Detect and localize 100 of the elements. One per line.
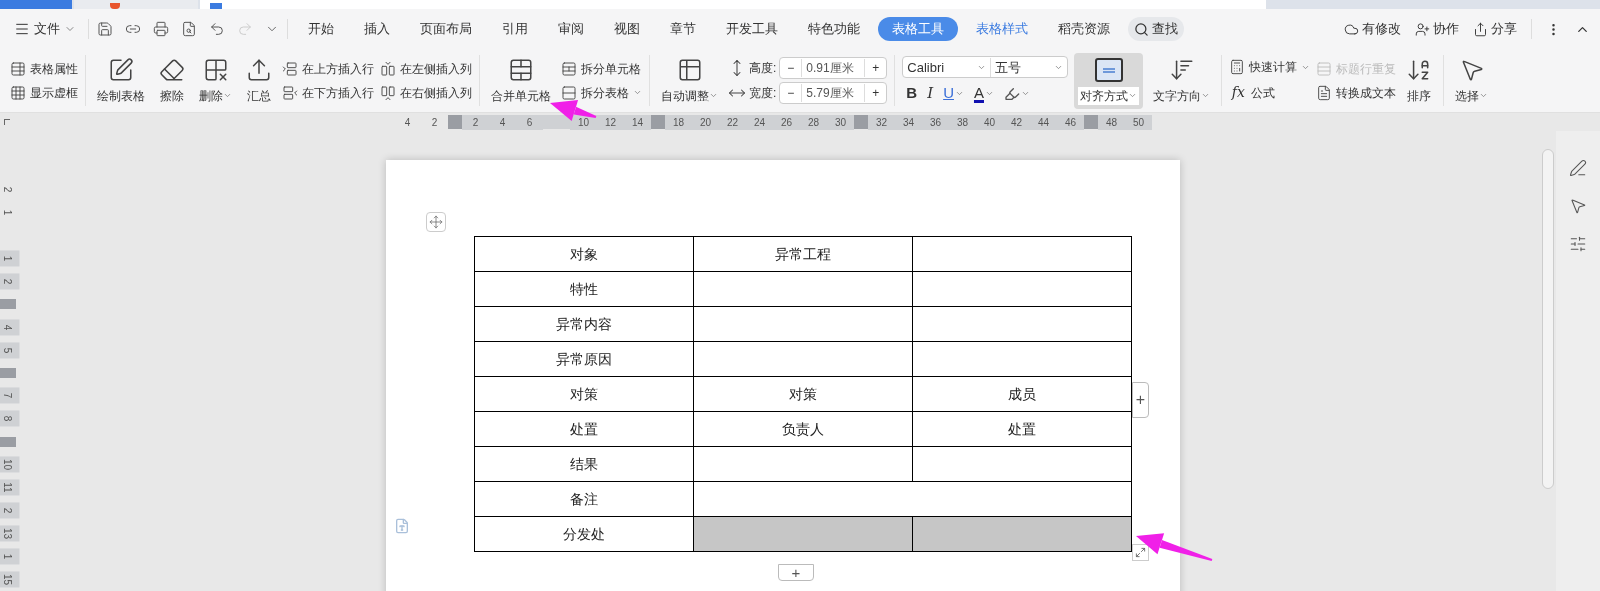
table-cell[interactable]: 异常内容 [474,306,694,342]
table-cell[interactable] [912,446,1132,482]
search-button[interactable]: 查找 [1128,17,1184,41]
highlight-button[interactable] [1004,85,1030,102]
ribbon-button[interactable]: 对齐方式 [1074,52,1144,109]
table-cell[interactable]: 对策 [693,376,913,412]
ruler-margin-marker[interactable] [854,115,868,129]
ribbon-tab[interactable]: 开始 [296,17,346,41]
ribbon-button[interactable]: 自动调整 [657,52,722,109]
ribbon-button[interactable]: 排序 [1402,52,1437,109]
ribbon-button[interactable]: 在左侧插入列 [380,59,472,78]
ribbon-button[interactable]: 转换成文本 [1316,83,1397,102]
format-button[interactable]: A [973,82,994,105]
table-cell[interactable] [693,306,913,342]
toolbar-action[interactable]: 协作 [1415,19,1459,39]
ruler-margin-marker[interactable] [448,115,462,129]
decrement-button[interactable]: − [780,84,803,102]
share-icon [1473,21,1488,37]
ruler-number: 10 [0,456,20,473]
ribbon-button[interactable]: 拆分单元格 [561,59,642,78]
ribbon-tab[interactable]: 插入 [352,17,402,41]
print-preview-icon[interactable] [181,21,197,37]
pen-icon[interactable] [1569,159,1587,177]
add-row-button[interactable]: + [778,564,814,581]
spin-field[interactable]: − 5.79厘米 + [779,82,888,104]
ribbon-button[interactable]: 拆分表格 [561,83,642,102]
ribbon-button[interactable]: 汇总 [242,52,276,109]
format-button[interactable]: I [927,82,934,105]
table-cell[interactable]: 分发处 [474,516,694,552]
ribbon-button[interactable]: 擦除 [155,52,189,109]
ribbon-tab[interactable]: 开发工具 [714,17,790,41]
increment-button[interactable]: + [864,59,887,77]
resize-handle-icon[interactable] [1132,544,1149,561]
add-column-button[interactable]: + [1132,382,1149,418]
table-cell[interactable]: 异常原因 [474,341,694,377]
table-cell[interactable]: 对象 [474,236,694,272]
ribbon-tab[interactable]: 视图 [602,17,652,41]
table-cell[interactable] [693,446,913,482]
table-cell[interactable] [693,341,913,377]
ribbon-button[interactable]: 删除 [195,52,236,109]
table-cell[interactable]: 备注 [474,481,694,517]
ruler-number: 34 [895,114,922,130]
save-icon[interactable] [97,21,113,37]
ruler-margin-marker[interactable] [651,115,665,129]
ribbon-tab[interactable]: 审阅 [546,17,596,41]
toolbar-action[interactable]: 有修改 [1344,19,1401,39]
table-cell[interactable]: 特性 [474,271,694,307]
ribbon-button[interactable]: 在上方插入行 [282,59,374,78]
ribbon-button[interactable]: 显示虚框 [10,83,78,102]
table-cell[interactable] [693,516,913,552]
ribbon-button[interactable]: 合并单元格 [487,52,555,109]
ribbon-tab[interactable]: 特色功能 [796,17,872,41]
table-cell[interactable] [693,271,913,307]
table-cell[interactable]: 负责人 [693,411,913,447]
increment-button[interactable]: + [864,84,887,102]
move-table-icon[interactable] [426,212,446,232]
table-cell[interactable]: 异常工程 [693,236,913,272]
sliders-icon[interactable] [1569,235,1587,253]
table-cell[interactable]: 结果 [474,446,694,482]
table-cell[interactable] [912,306,1132,342]
ribbon-tab[interactable]: 引用 [490,17,540,41]
ribbon-tab[interactable]: 表格样式 [964,17,1040,41]
ruler-number: 1 [0,250,20,267]
ruler-number: 2 [430,115,439,130]
pointer-icon[interactable] [1569,197,1587,215]
document-icon [1316,84,1333,101]
toolbar-action[interactable]: 分享 [1473,19,1517,39]
field-label: 高度: [749,60,777,77]
format-button[interactable]: B [906,82,918,105]
format-button[interactable]: U [943,82,964,105]
ribbon-button[interactable]: 表格属性 [10,59,78,78]
spin-field[interactable]: − 0.91厘米 + [779,57,888,79]
tab-stop-icon[interactable] [4,119,10,125]
ribbon-button[interactable]: 在右侧插入列 [380,83,472,102]
decrement-button[interactable]: − [780,59,803,77]
ribbon-tab[interactable]: 页面布局 [408,17,484,41]
cloud-icon [1344,21,1359,37]
ruler-number: 15 [0,571,20,588]
table-cell[interactable] [912,516,1132,552]
table-cell[interactable] [912,341,1132,377]
printer-icon[interactable] [153,21,169,37]
ribbon-button[interactable]: fx 公式 [1229,82,1311,103]
table-cell[interactable]: 对策 [474,376,694,412]
table-cell[interactable]: 处置 [474,411,694,447]
table-cell[interactable] [693,481,1132,517]
table-cell[interactable] [912,271,1132,307]
ruler-number: 2 [1,185,15,195]
table-cell[interactable] [912,236,1132,272]
table-cell[interactable]: 成员 [912,376,1132,412]
ribbon-button[interactable]: 快速计算 [1229,58,1311,76]
ribbon-tab[interactable]: 稻壳资源 [1046,17,1122,41]
table-cell[interactable]: 处置 [912,411,1132,447]
ribbon-button[interactable]: 文字方向 [1149,52,1215,109]
ribbon-button[interactable]: 在下方插入行 [282,83,374,102]
ribbon-button[interactable]: 绘制表格 [93,52,149,109]
ribbon-button[interactable]: 选择 [1451,52,1493,109]
ribbon-tab[interactable]: 章节 [658,17,708,41]
ruler-margin-marker[interactable] [1084,115,1098,129]
file-menu[interactable]: 文件 [10,19,80,39]
undo-icon[interactable] [209,21,225,37]
